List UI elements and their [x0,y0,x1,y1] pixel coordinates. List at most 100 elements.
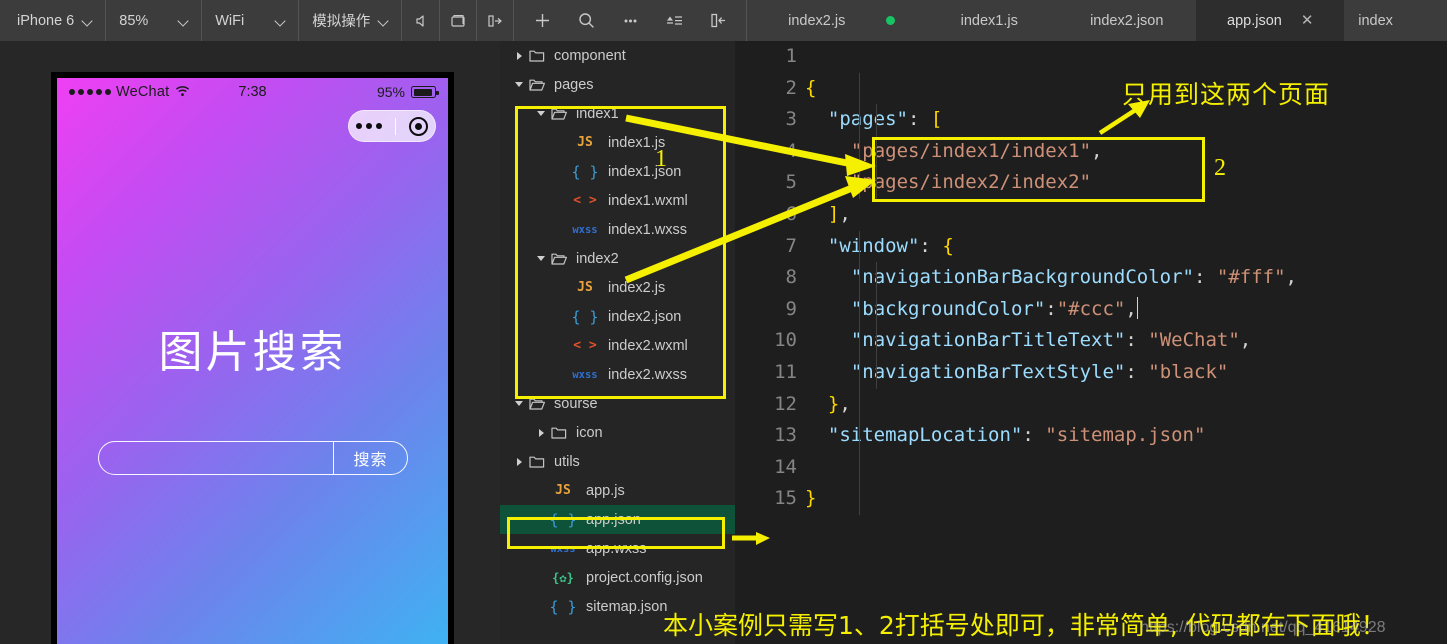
tab-modified-indicator [886,0,921,41]
line-number: 2 [785,76,797,99]
screen-icon[interactable] [439,0,476,41]
file-type-json-icon: { } [549,597,577,616]
tree-item-label: app.js [586,482,625,499]
tab-index1-js[interactable]: index1.js [921,0,1057,41]
code-line[interactable]: 11 "navigationBarTextStyle": "black" [735,357,1447,389]
app-window: iPhone 6 85% WiFi 模拟操作 index2.js index1.… [0,0,1447,644]
chevron-right-icon[interactable] [512,447,526,476]
code-line-text: "navigationBarTitleText": "WeChat", [850,329,1252,352]
close-icon[interactable]: ✕ [1301,13,1314,28]
code-lines[interactable]: 1 2{3 "pages": [4 "pages/index1/index1", 5… [735,41,1447,644]
line-number: 1 [785,45,797,67]
simulate-action-label: 模拟操作 [312,14,371,30]
search-icon[interactable] [564,0,608,41]
code-line[interactable]: 2{ [735,73,1447,105]
highlight-box-pages-folder [515,106,726,399]
simulator-pane: WeChat 7:38 95% 图片搜索 搜索 [0,41,500,644]
code-line[interactable]: 10 "navigationBarTitleText": "WeChat", [735,325,1447,357]
code-line[interactable]: 14 [735,452,1447,484]
code-editor[interactable]: 1 2{3 "pages": [4 "pages/index1/index1", 5… [735,41,1447,644]
chevron-right-icon[interactable] [512,41,526,70]
folder-open-icon [526,70,548,99]
code-line-text: }, [827,392,851,415]
annotation-label-1: 1 [655,146,667,172]
tree-item-utils[interactable]: utils [500,447,735,476]
tab-label: index2.json [1090,12,1164,29]
code-line[interactable]: 6 ], [735,199,1447,231]
code-line-text: { [805,76,817,99]
text-cursor [1136,296,1139,319]
zoom-selector[interactable]: 85% [106,0,203,41]
search-button[interactable]: 搜索 [333,442,407,474]
code-line-text: "backgroundColor":"#ccc", [850,296,1139,320]
code-line[interactable]: 8 "navigationBarBackgroundColor": "#fff"… [735,262,1447,294]
tab-index2-json[interactable]: index2.json [1057,0,1196,41]
line-number: 3 [785,108,797,131]
chevron-right-icon[interactable] [534,418,548,447]
code-line[interactable]: 13 "sitemapLocation": "sitemap.json" [735,420,1447,452]
folder-icon [526,41,548,70]
compile-icon[interactable] [652,0,696,41]
annotation-note-top: 只用到这两个页面 [1122,80,1331,109]
capsule-close-target-icon[interactable] [409,116,429,136]
code-line[interactable]: 15} [735,483,1447,515]
code-line[interactable]: 9 "backgroundColor":"#ccc", [735,294,1447,326]
highlight-box-pages-array [872,137,1205,202]
device-selector-label: iPhone 6 [17,12,75,29]
code-line-text: "navigationBarTextStyle": "black" [850,360,1229,383]
battery-icon [411,86,439,98]
tree-item-component[interactable]: component [500,41,735,70]
status-battery-group: 95% [377,84,439,100]
network-selector[interactable]: WiFi [202,0,300,41]
layout-icon[interactable] [696,0,740,41]
tab-index-clipped[interactable]: index [1344,0,1411,41]
add-icon[interactable] [520,0,564,41]
more-icon[interactable] [608,0,652,41]
panel-toggle-icon[interactable] [476,0,513,41]
tree-item-app-js[interactable]: JS app.js [500,476,735,505]
capsule-more-icon[interactable] [355,123,382,129]
chevron-down-icon [83,16,92,25]
tree-item-pages[interactable]: pages [500,70,735,99]
tab-label: index [1358,12,1393,29]
code-line[interactable]: 7 "window": { [735,231,1447,263]
top-toolbar: iPhone 6 85% WiFi 模拟操作 index2.js index1.… [0,0,1447,41]
tab-index2-js[interactable]: index2.js [747,0,886,41]
line-number: 12 [774,392,797,415]
line-number: 5 [785,171,797,194]
page-title: 图片搜索 [158,327,347,378]
folder-icon [548,418,570,447]
search-input[interactable] [99,442,333,474]
line-number: 11 [774,360,797,383]
chevron-down-icon [179,16,188,25]
line-number: 8 [785,266,797,289]
folder-icon [526,447,548,476]
simulate-action-selector[interactable]: 模拟操作 [299,0,403,41]
line-number: 9 [785,297,797,320]
unsaved-dot-icon [886,16,896,25]
line-number: 10 [774,329,797,352]
code-line[interactable]: 12 }, [735,389,1447,421]
search-bar: 搜索 [98,441,408,475]
tab-app-json[interactable]: app.json ✕ [1196,0,1345,41]
wechat-capsule-menu[interactable] [348,110,436,142]
line-number: 13 [774,424,797,447]
code-line-text: ], [827,202,851,225]
code-line-text: "window": { [827,234,954,257]
capsule-divider [394,117,396,135]
tab-label: index2.js [788,12,846,29]
tree-item-icon[interactable]: icon [500,418,735,447]
code-line[interactable]: 1 [735,41,1447,73]
code-line-text: "sitemapLocation": "sitemap.json" [827,424,1206,447]
device-selector[interactable]: iPhone 6 [0,0,107,41]
chevron-down-icon[interactable] [512,70,526,99]
tree-item-project-config-json[interactable]: {✿} project.config.json [500,563,735,592]
line-number: 14 [774,455,797,478]
tree-item-label: pages [554,76,594,93]
phone-frame: WeChat 7:38 95% 图片搜索 搜索 [51,72,454,644]
line-number: 15 [774,487,797,510]
code-line[interactable]: 3 "pages": [ [735,104,1447,136]
volume-icon[interactable] [402,0,439,41]
